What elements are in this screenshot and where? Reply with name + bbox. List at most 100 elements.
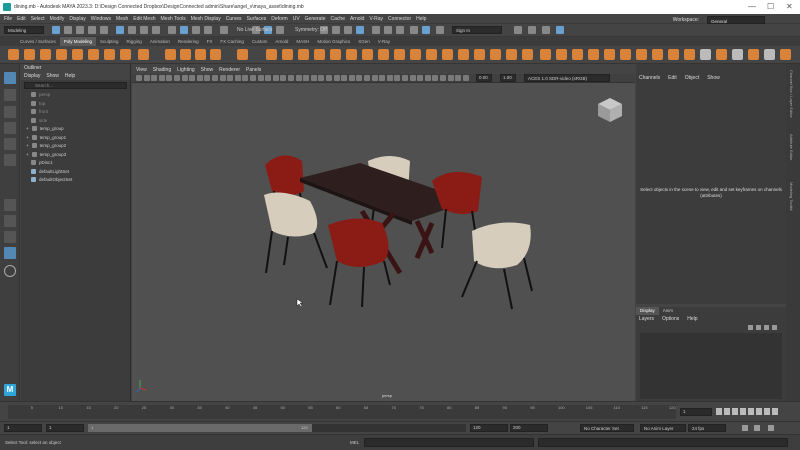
shelf-tool-icon[interactable] bbox=[298, 49, 309, 60]
viewport-tool-icon[interactable] bbox=[257, 75, 264, 81]
step-back-frame-icon[interactable] bbox=[732, 408, 738, 415]
range-slider-handle[interactable] bbox=[88, 424, 312, 432]
status-tool-icon[interactable] bbox=[52, 26, 60, 34]
viewport-tool-icon[interactable] bbox=[265, 75, 272, 81]
shelf-tool-icon[interactable] bbox=[780, 49, 791, 60]
shelf-tool-icon[interactable] bbox=[40, 49, 51, 60]
viewport-tool-icon[interactable] bbox=[409, 75, 416, 81]
outliner-item[interactable]: persp bbox=[23, 91, 130, 100]
shelf-tab-fx-caching[interactable]: FX Caching bbox=[216, 37, 248, 46]
viewport-tool-icon[interactable] bbox=[196, 75, 203, 81]
shelf-tool-icon[interactable] bbox=[684, 49, 695, 60]
viewport-tool-icon[interactable] bbox=[219, 75, 226, 81]
shelf-tool-icon[interactable] bbox=[8, 49, 19, 60]
shelf-tool-icon[interactable] bbox=[620, 49, 631, 60]
shelf-tab-rendering[interactable]: Rendering bbox=[174, 37, 203, 46]
viewport-tool-icon[interactable] bbox=[295, 75, 302, 81]
status-tool-icon[interactable] bbox=[410, 26, 418, 34]
expand-icon[interactable]: + bbox=[26, 135, 29, 140]
menu-cache[interactable]: Cache bbox=[331, 14, 345, 24]
status-tool-icon[interactable] bbox=[100, 26, 108, 34]
layer-menu-layers[interactable]: Layers bbox=[639, 316, 654, 322]
status-tool-icon[interactable] bbox=[372, 26, 380, 34]
status-tool-icon[interactable] bbox=[436, 26, 444, 34]
status-tool-icon[interactable] bbox=[332, 26, 340, 34]
go-to-start-icon[interactable] bbox=[716, 408, 722, 415]
viewport-tool-icon[interactable] bbox=[151, 75, 158, 81]
status-tool-icon[interactable] bbox=[168, 26, 176, 34]
status-tool-icon[interactable] bbox=[76, 26, 84, 34]
viewport-tool-icon[interactable] bbox=[364, 75, 370, 81]
key-filter-icon[interactable] bbox=[754, 425, 760, 431]
shelf-tool-icon[interactable] bbox=[120, 49, 131, 60]
status-tool-icon[interactable] bbox=[422, 26, 430, 34]
viewport-menu-panels[interactable]: Panels bbox=[246, 67, 261, 73]
shelf-tool-icon[interactable] bbox=[700, 49, 711, 60]
viewport-tool-icon[interactable] bbox=[242, 75, 249, 81]
sign-in-button[interactable]: Sign In bbox=[452, 26, 502, 34]
shelf-tool-icon[interactable] bbox=[652, 49, 663, 60]
expand-icon[interactable]: + bbox=[26, 126, 29, 131]
status-tool-icon[interactable] bbox=[140, 26, 148, 34]
menu-select[interactable]: Select bbox=[31, 14, 45, 24]
outliner-item[interactable]: + temp_group2 bbox=[23, 142, 130, 151]
fps-dropdown[interactable]: 24 fps bbox=[688, 424, 726, 432]
status-tool-icon[interactable] bbox=[204, 26, 212, 34]
viewport-tool-icon[interactable] bbox=[174, 75, 180, 81]
current-frame-field[interactable]: 1 bbox=[680, 408, 712, 416]
status-tool-icon[interactable] bbox=[356, 26, 364, 34]
status-tool-icon[interactable] bbox=[192, 26, 200, 34]
viewport-tool-icon[interactable] bbox=[189, 75, 196, 81]
menu-connector[interactable]: Connector bbox=[388, 14, 411, 24]
viewport-tool-icon[interactable] bbox=[462, 75, 469, 81]
shelf-tool-icon[interactable] bbox=[72, 49, 83, 60]
viewport-tool-icon[interactable] bbox=[341, 75, 348, 81]
color-space-dropdown[interactable]: ACES 1.0 SDR-video (sRGB) bbox=[524, 74, 610, 82]
menu-surfaces[interactable]: Surfaces bbox=[247, 14, 267, 24]
viewport-tool-icon[interactable] bbox=[432, 75, 439, 81]
viewport-tool-icon[interactable] bbox=[424, 75, 431, 81]
shelf-tool-icon[interactable] bbox=[442, 49, 453, 60]
shelf-tool-icon[interactable] bbox=[410, 49, 421, 60]
shelf-tool-icon[interactable] bbox=[210, 49, 221, 60]
viewport-tool-icon[interactable] bbox=[333, 75, 340, 81]
shelf-tool-icon[interactable] bbox=[506, 49, 517, 60]
viewport-tool-icon[interactable] bbox=[227, 75, 234, 81]
playback-start-field[interactable]: 1 bbox=[46, 424, 84, 432]
layer-menu-options[interactable]: Options bbox=[662, 316, 679, 322]
shelf-tab-fx[interactable]: FX bbox=[203, 37, 217, 46]
status-tool-icon[interactable] bbox=[220, 26, 228, 34]
rotate-tool-icon[interactable] bbox=[4, 138, 16, 150]
persp-outliner-layout-icon[interactable] bbox=[4, 247, 16, 259]
shelf-tab-sculpting[interactable]: Sculpting bbox=[96, 37, 123, 46]
tab-channel-box-layer-editor[interactable]: Channel Box / Layer Editor bbox=[789, 70, 794, 118]
shelf-tool-icon[interactable] bbox=[522, 49, 533, 60]
viewport-tool-icon[interactable] bbox=[272, 75, 279, 81]
shelf-tab-arnold[interactable]: Arnold bbox=[271, 37, 292, 46]
menu-generate[interactable]: Generate bbox=[305, 14, 326, 24]
lasso-tool-icon[interactable] bbox=[4, 89, 16, 101]
outliner-item[interactable]: defaultObjectSet bbox=[23, 176, 130, 185]
viewport-tool-icon[interactable] bbox=[371, 75, 378, 81]
viewport-tool-icon[interactable] bbox=[348, 75, 355, 81]
status-tool-icon[interactable] bbox=[180, 26, 188, 34]
viewport-tool-icon[interactable] bbox=[356, 75, 363, 81]
maya-m-icon[interactable]: M bbox=[4, 384, 16, 396]
symmetry-dropdown[interactable]: Symmetry: Off bbox=[295, 27, 327, 33]
menu-mesh-tools[interactable]: Mesh Tools bbox=[161, 14, 186, 24]
viewport-tool-icon[interactable] bbox=[379, 75, 386, 81]
menu-curves[interactable]: Curves bbox=[226, 14, 242, 24]
shelf-tab-custom[interactable]: Custom bbox=[248, 37, 272, 46]
mode-dropdown[interactable]: Modeling bbox=[4, 26, 44, 34]
scale-tool-icon[interactable] bbox=[4, 154, 16, 166]
shelf-tool-icon[interactable] bbox=[394, 49, 405, 60]
status-tool-icon[interactable] bbox=[344, 26, 352, 34]
paint-select-tool-icon[interactable] bbox=[4, 106, 16, 118]
workspace-dropdown[interactable]: General bbox=[707, 16, 765, 24]
shelf-tool-icon[interactable] bbox=[748, 49, 759, 60]
shelf-tab-xgen[interactable]: XGen bbox=[354, 37, 374, 46]
viewport-tool-icon[interactable] bbox=[143, 75, 150, 81]
move-tool-icon[interactable] bbox=[4, 122, 16, 134]
viewport-tool-icon[interactable] bbox=[455, 75, 462, 81]
shelf-tool-icon[interactable] bbox=[572, 49, 583, 60]
